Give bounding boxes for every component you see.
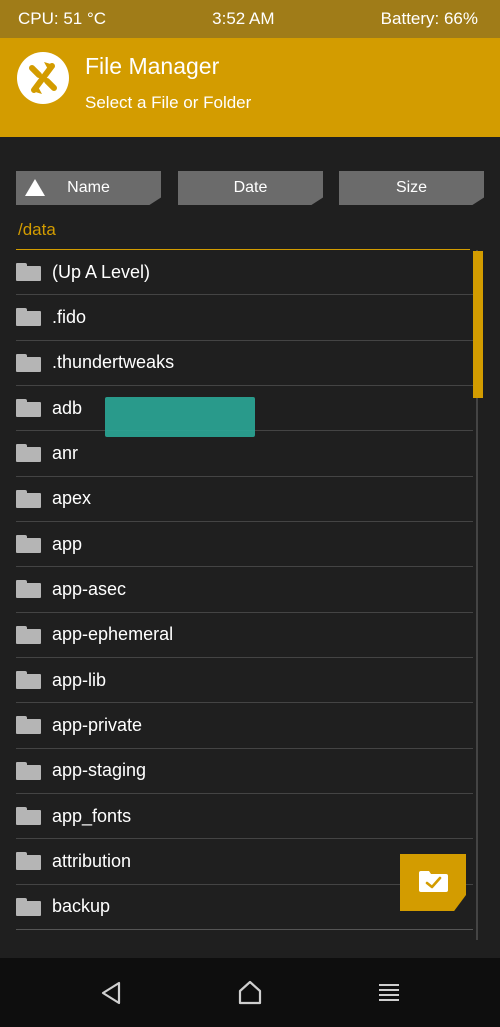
current-path: /data	[18, 220, 56, 239]
list-item[interactable]: app-lib	[16, 658, 473, 704]
folder-icon	[16, 263, 41, 282]
list-item[interactable]: app-private	[16, 703, 473, 749]
redaction-mark	[105, 397, 255, 437]
list-item[interactable]: apex	[16, 477, 473, 522]
folder-name: backup	[52, 896, 111, 917]
navigation-bar	[0, 958, 500, 1027]
battery-level: Battery: 66%	[380, 9, 478, 28]
folder-icon	[16, 716, 41, 735]
back-triangle-icon[interactable]	[97, 978, 127, 1008]
sort-ascending-icon	[25, 179, 45, 196]
select-folder-button[interactable]	[400, 854, 466, 911]
folder-name: apex	[52, 488, 92, 509]
file-list[interactable]: (Up A Level) .fido .thundertweaks adb an…	[16, 250, 473, 933]
menu-lines-icon[interactable]	[374, 978, 404, 1008]
folder-icon	[16, 852, 41, 871]
list-item[interactable]: app-asec	[16, 567, 473, 613]
page-subtitle: Select a File or Folder	[85, 93, 252, 112]
scrollbar-thumb[interactable]	[473, 251, 483, 398]
list-item[interactable]: app-staging	[16, 749, 473, 794]
folder-name: app-staging	[52, 760, 147, 781]
clock: 3:52 AM	[212, 9, 275, 28]
folder-icon	[16, 399, 41, 418]
sort-by-size-button[interactable]: Size	[339, 171, 484, 205]
list-item[interactable]: .thundertweaks	[16, 341, 473, 386]
folder-name: .thundertweaks	[52, 352, 175, 373]
list-item[interactable]: app	[16, 522, 473, 568]
folder-name: anr	[52, 442, 79, 463]
sort-size-label: Size	[395, 179, 428, 196]
home-icon[interactable]	[235, 978, 265, 1008]
folder-icon	[16, 761, 41, 780]
folder-icon	[16, 807, 41, 826]
folder-name: app_fonts	[52, 805, 132, 826]
folder-name: app	[52, 533, 83, 554]
cpu-temperature: CPU: 51 °C	[18, 9, 107, 28]
folder-icon	[16, 671, 41, 690]
app-header: File Manager Select a File or Folder	[0, 38, 500, 137]
sort-date-label: Date	[233, 179, 268, 196]
folder-name: adb	[52, 397, 83, 418]
sort-by-name-button[interactable]: Name	[16, 171, 161, 205]
sort-name-label: Name	[67, 179, 110, 196]
folder-name: app-private	[52, 714, 143, 735]
folder-icon	[16, 625, 41, 644]
folder-name: attribution	[52, 850, 132, 871]
folder-icon	[16, 580, 41, 599]
folder-name: app-lib	[52, 669, 107, 690]
folder-icon	[16, 897, 41, 916]
list-item[interactable]: (Up A Level)	[16, 250, 473, 296]
list-item[interactable]: anr	[16, 431, 473, 477]
list-item[interactable]: app-ephemeral	[16, 613, 473, 658]
folder-icon	[16, 308, 41, 327]
twrp-logo-icon	[17, 52, 69, 104]
sort-by-date-button[interactable]: Date	[178, 171, 323, 205]
folder-name: .fido	[52, 306, 87, 327]
folder-name: app-asec	[52, 578, 127, 599]
folder-check-icon	[419, 871, 448, 892]
folder-icon	[16, 444, 41, 463]
folder-icon	[16, 353, 41, 372]
sort-bar: Name Date Size	[0, 171, 500, 205]
page-title: File Manager	[85, 53, 220, 79]
list-item[interactable]: app_fonts	[16, 794, 473, 840]
folder-icon	[16, 535, 41, 554]
folder-icon	[16, 489, 41, 508]
folder-name: app-ephemeral	[52, 624, 174, 645]
status-bar: CPU: 51 °C 3:52 AM Battery: 66%	[0, 0, 500, 38]
folder-name: (Up A Level)	[52, 261, 151, 282]
list-item[interactable]: .fido	[16, 295, 473, 341]
